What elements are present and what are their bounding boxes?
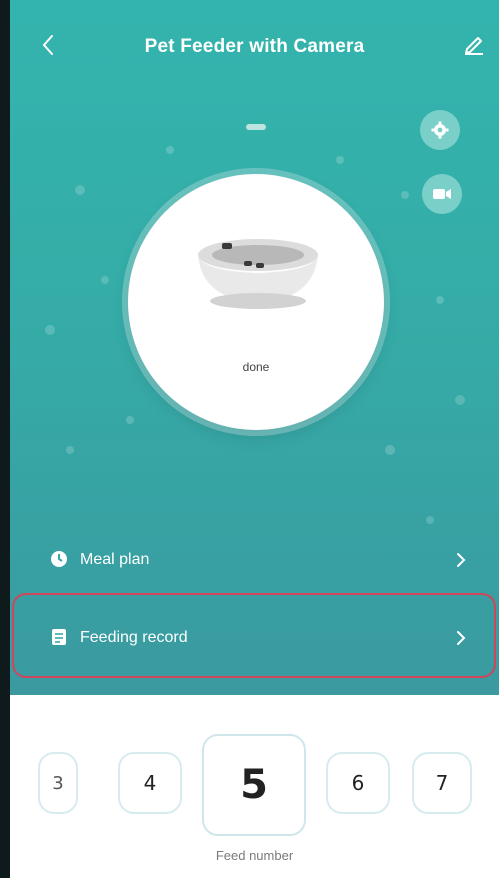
device-status-text: done	[242, 360, 270, 374]
app-screen: Pet Feeder with Camera done Meal plan Fe…	[0, 0, 499, 878]
feed-number-option[interactable]: 4	[118, 752, 182, 814]
window-edge	[0, 0, 10, 878]
feeding-record-row[interactable]: Feeding record	[10, 608, 499, 668]
edit-pencil-icon[interactable]	[461, 30, 487, 56]
page-title: Pet Feeder with Camera	[144, 36, 365, 57]
feed-number-option[interactable]: 3	[38, 752, 78, 814]
record-list-icon	[50, 628, 68, 646]
meal-plan-label: Meal plan	[80, 551, 150, 568]
chevron-right-icon	[455, 550, 467, 570]
feeder-bowl-image	[198, 239, 318, 309]
feed-number-picker: 3 4 5 6 7 Feed number	[10, 700, 499, 878]
video-camera-icon[interactable]	[422, 174, 462, 214]
device-status-circle[interactable]: done	[128, 174, 384, 430]
clock-icon	[50, 550, 68, 568]
feeding-record-label: Feeding record	[80, 629, 188, 646]
gear-icon[interactable]	[420, 110, 460, 150]
feed-number-label: Feed number	[215, 848, 294, 863]
feed-number-selected[interactable]: 5	[202, 734, 306, 836]
feed-number-option[interactable]: 7	[412, 752, 472, 814]
feed-number-option[interactable]: 6	[326, 752, 390, 814]
header-bar: Pet Feeder with Camera	[10, 0, 499, 95]
chevron-right-icon	[455, 628, 467, 648]
connection-indicator	[246, 124, 266, 130]
meal-plan-row[interactable]: Meal plan	[10, 530, 499, 590]
